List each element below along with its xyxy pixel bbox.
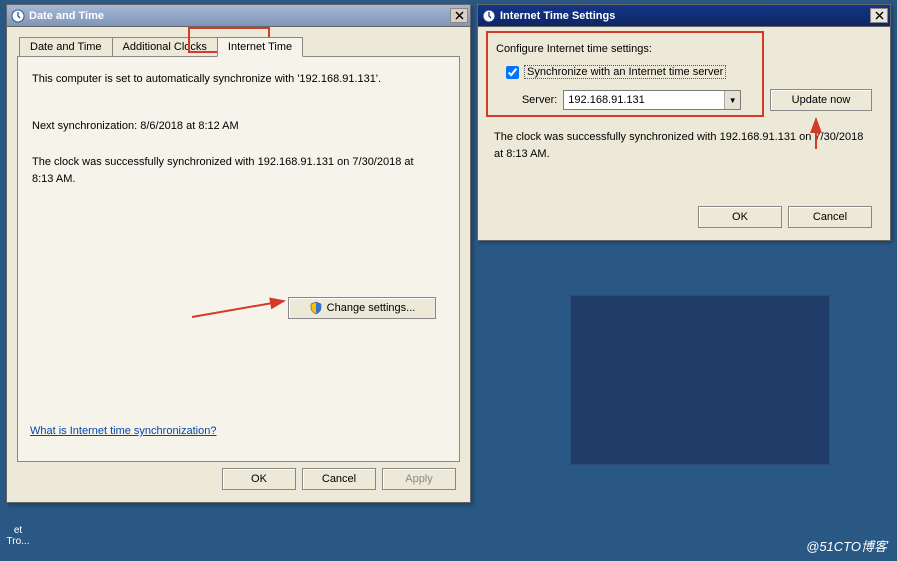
ok-button[interactable]: OK (698, 206, 782, 228)
help-link[interactable]: What is Internet time synchronization? (30, 425, 216, 437)
tab-internet-time[interactable]: Internet Time (217, 37, 303, 57)
clock-icon (482, 9, 496, 23)
internet-time-settings-window: Internet Time Settings Configure Interne… (477, 4, 891, 241)
group-legend: Configure Internet time settings: (496, 43, 872, 55)
sync-description: This computer is set to automatically sy… (32, 71, 445, 88)
sync-checkbox-label[interactable]: Synchronize with an Internet time server (524, 65, 726, 79)
sync-status-text: The clock was successfully synchronized … (494, 129, 874, 162)
sync-checkbox-row: Synchronize with an Internet time server (506, 65, 872, 79)
sync-checkbox[interactable] (506, 66, 519, 79)
settings-group: Configure Internet time settings: Synchr… (492, 37, 876, 125)
titlebar[interactable]: Date and Time (7, 5, 470, 27)
tab-date-and-time[interactable]: Date and Time (19, 37, 113, 56)
annotation-arrow (188, 289, 298, 323)
cancel-button[interactable]: Cancel (302, 468, 376, 490)
change-settings-button[interactable]: Change settings... (288, 297, 436, 319)
clock-icon (11, 9, 25, 23)
client-area: Configure Internet time settings: Synchr… (478, 27, 890, 240)
next-sync-text: Next synchronization: 8/6/2018 at 8:12 A… (32, 118, 445, 135)
desktop-icon[interactable]: et Tro... (2, 525, 34, 547)
close-button[interactable] (450, 8, 468, 23)
cancel-button[interactable]: Cancel (788, 206, 872, 228)
titlebar[interactable]: Internet Time Settings (478, 5, 890, 27)
sync-status-text: The clock was successfully synchronized … (32, 154, 432, 187)
close-button[interactable] (870, 8, 888, 23)
window-title: Date and Time (29, 10, 104, 22)
update-now-button[interactable]: Update now (770, 89, 872, 111)
server-label: Server: (518, 94, 557, 106)
server-row: Server: ▼ Update now (518, 89, 872, 111)
change-settings-label: Change settings... (327, 302, 416, 314)
window-title: Internet Time Settings (500, 10, 615, 22)
watermark: @51CTO博客 (806, 536, 887, 555)
server-combobox[interactable]: ▼ (563, 90, 741, 110)
tab-panel: This computer is set to automatically sy… (17, 56, 460, 462)
background-panel (570, 295, 830, 465)
dialog-buttons: OK Cancel Apply (17, 462, 460, 494)
apply-button[interactable]: Apply (382, 468, 456, 490)
tab-strip: Date and Time Additional Clocks Internet… (19, 37, 458, 56)
date-and-time-window: Date and Time Date and Time Additional C… (6, 4, 471, 503)
shield-icon (309, 301, 323, 315)
server-input[interactable] (564, 91, 724, 109)
dropdown-icon[interactable]: ▼ (724, 91, 740, 109)
tab-additional-clocks[interactable]: Additional Clocks (112, 37, 218, 56)
dialog-buttons: OK Cancel (492, 176, 876, 232)
ok-button[interactable]: OK (222, 468, 296, 490)
client-area: Date and Time Additional Clocks Internet… (7, 27, 470, 502)
